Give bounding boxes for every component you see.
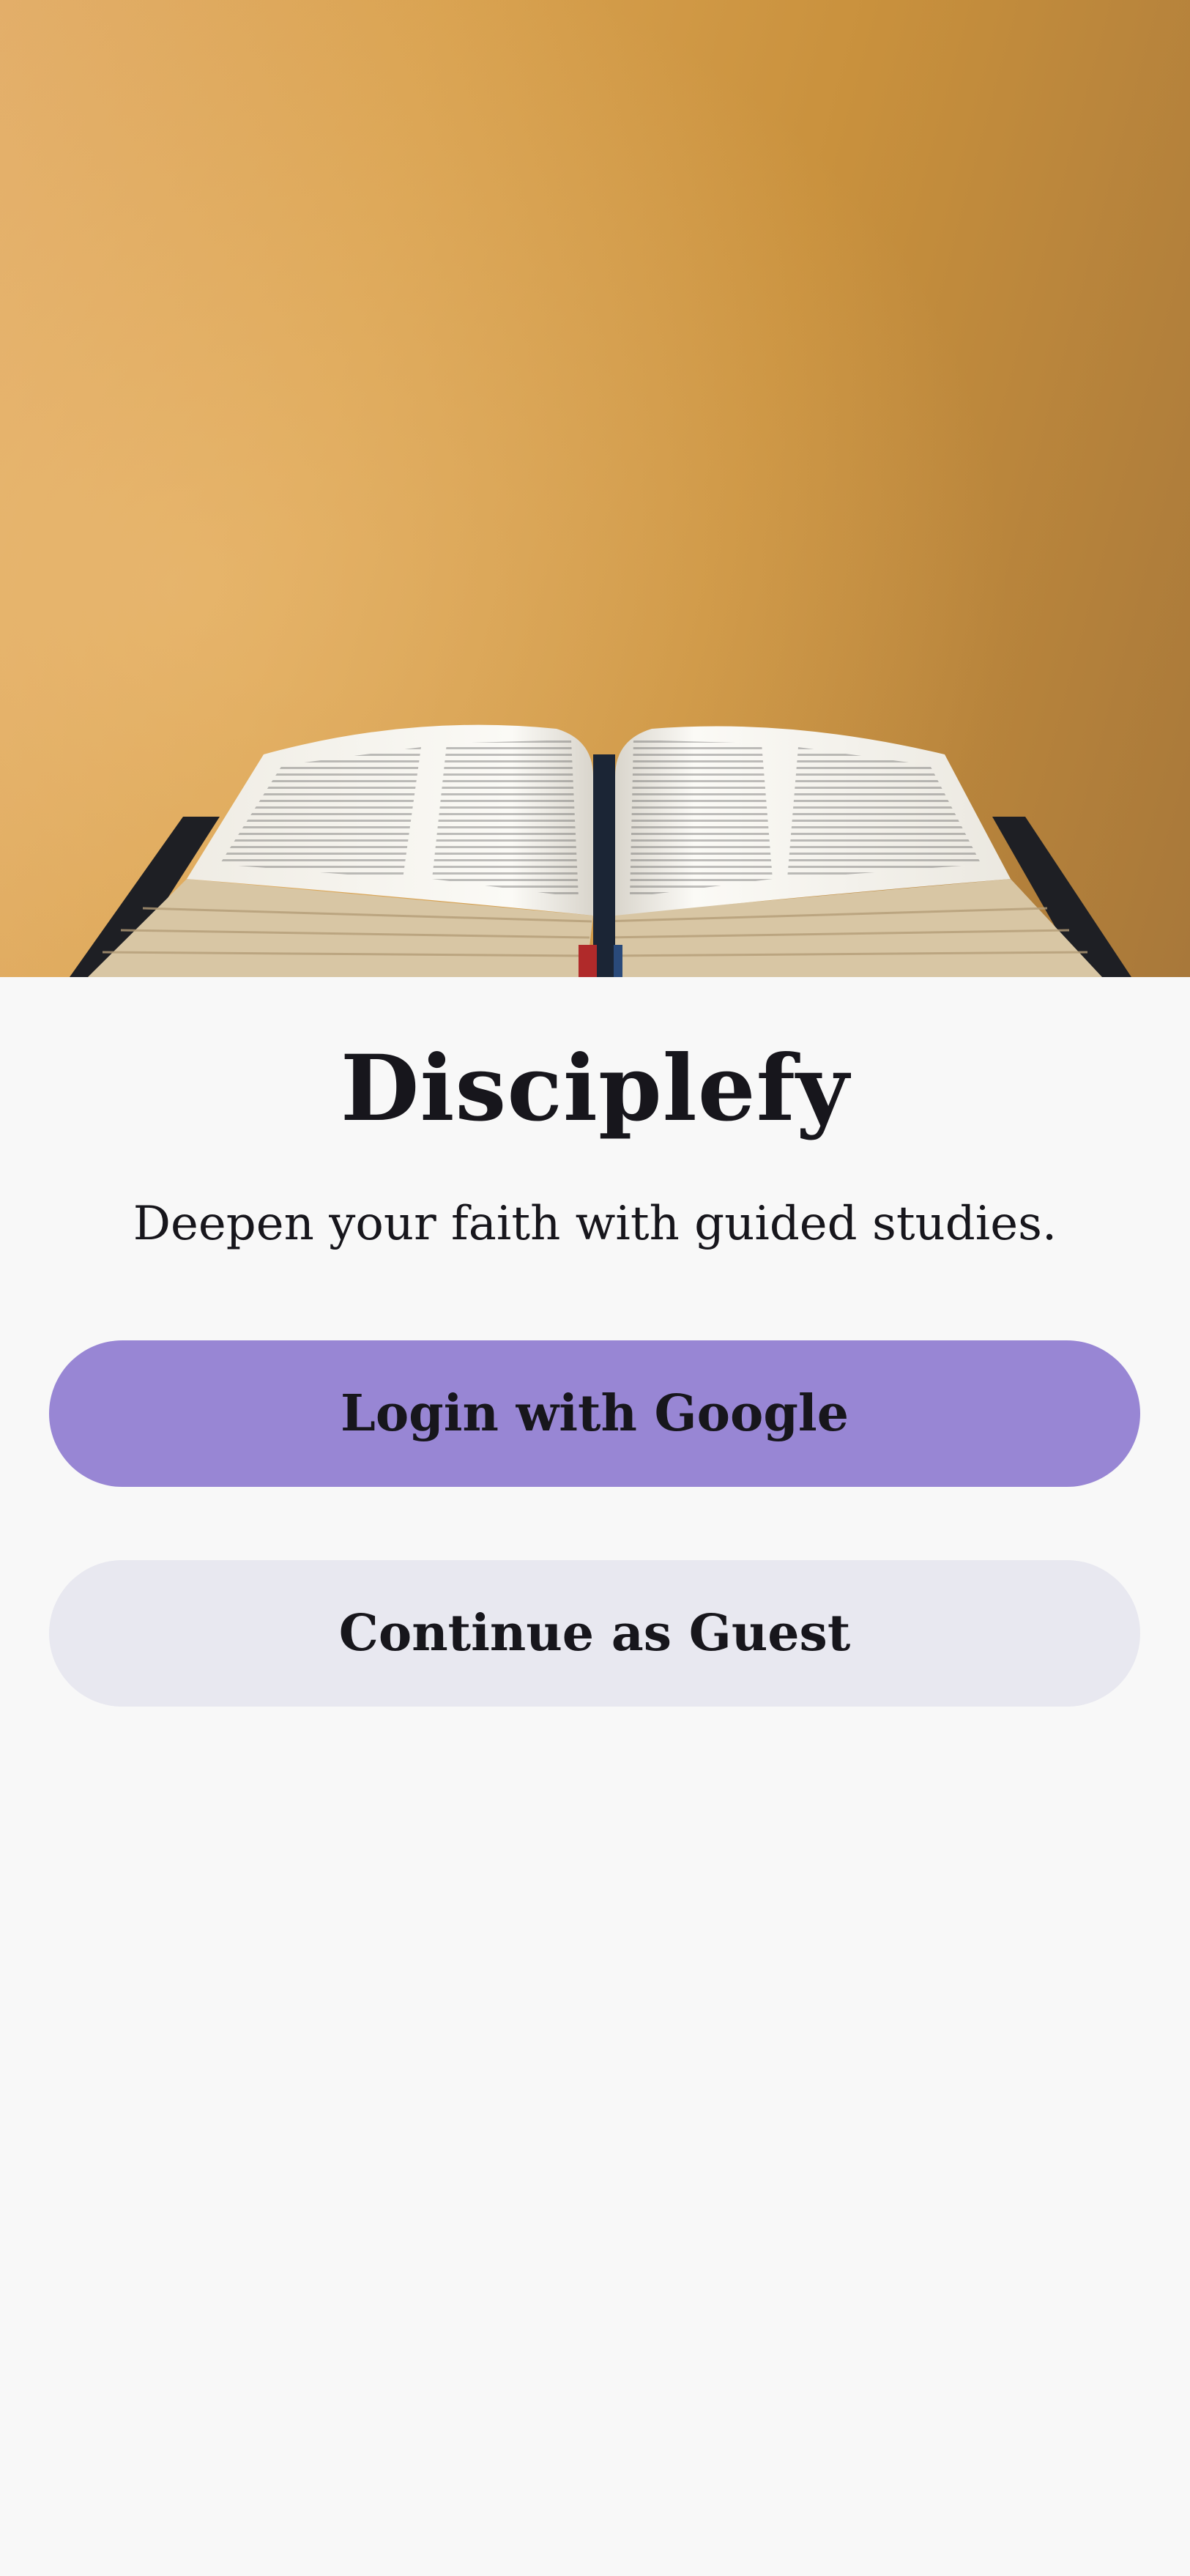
hero-image (0, 0, 1190, 977)
continue-as-guest-button[interactable]: Continue as Guest (49, 1560, 1140, 1707)
login-with-google-label: Login with Google (341, 1384, 849, 1443)
login-with-google-button[interactable]: Login with Google (49, 1340, 1140, 1487)
login-panel: Disciplefy Deepen your faith with guided… (0, 977, 1190, 2576)
tagline: Deepen your faith with guided studies. (133, 1197, 1057, 1251)
continue-as-guest-label: Continue as Guest (338, 1604, 851, 1663)
app-title: Disciplefy (340, 1036, 850, 1142)
open-bible-illustration (0, 0, 1190, 977)
